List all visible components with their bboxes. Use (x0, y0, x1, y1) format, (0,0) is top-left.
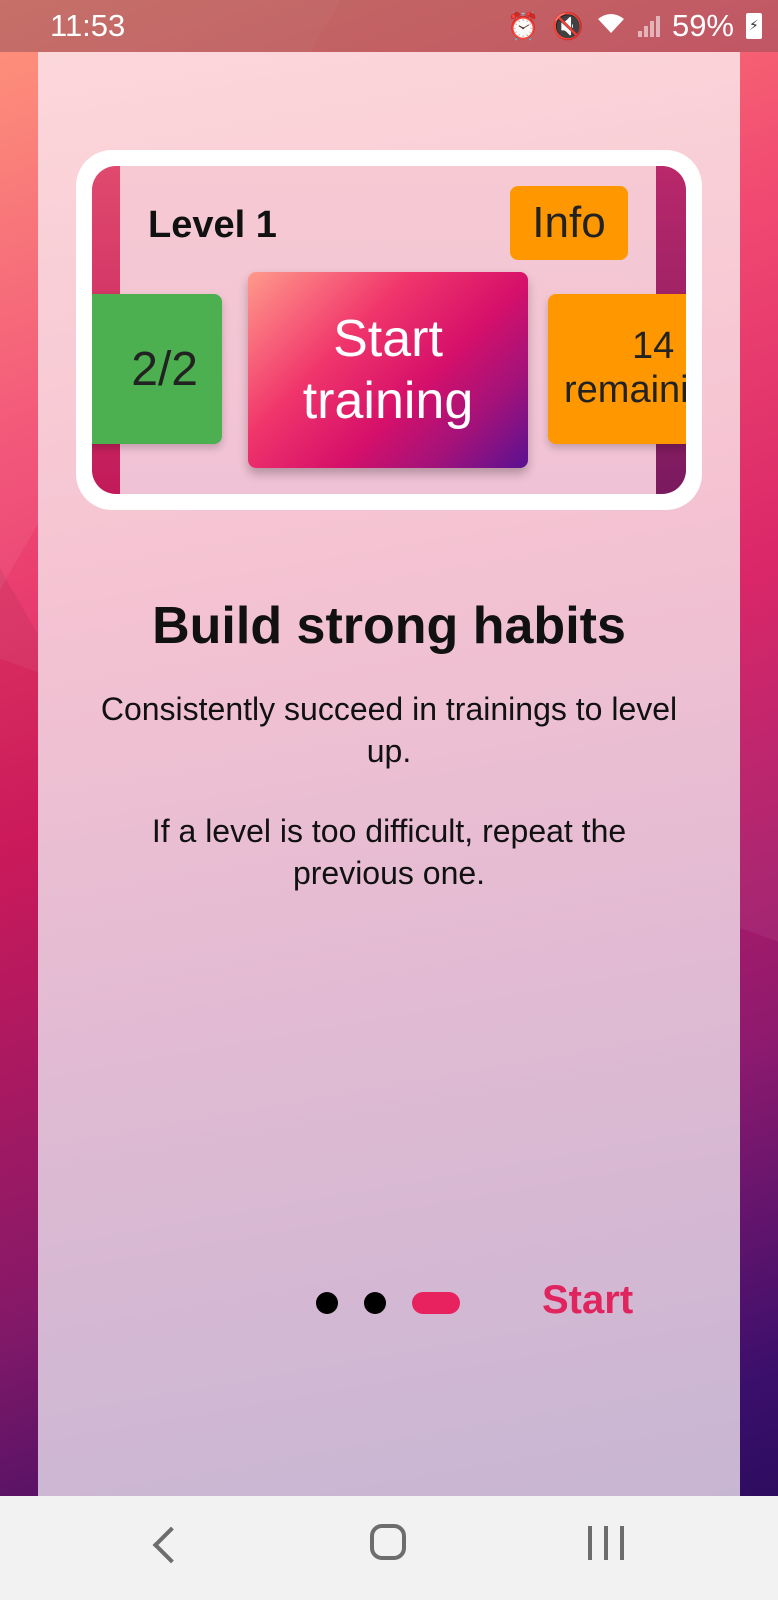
alarm-icon: ⏰ (507, 10, 540, 41)
navigation-bar (0, 1496, 778, 1600)
page-title: Build strong habits (152, 597, 626, 655)
page-indicator-dot-1[interactable] (316, 1292, 338, 1314)
status-icons: ⏰ 🔇 59% (507, 8, 762, 44)
start-training-button: Start training (248, 272, 528, 468)
level-title: Level 1 (148, 204, 277, 246)
remaining-line2: remaining (564, 369, 686, 411)
start-button[interactable]: Start (542, 1278, 633, 1323)
recent-apps-icon[interactable] (588, 1526, 624, 1562)
start-training-label: Start training (302, 310, 474, 430)
remaining-tile: 14 h remaining (548, 294, 686, 444)
progress-text: 2/2 (131, 342, 198, 396)
status-bar: 11:53 ⏰ 🔇 59% (0, 0, 778, 52)
mute-icon: 🔇 (551, 10, 584, 41)
status-time: 11:53 (50, 8, 126, 43)
remaining-line1: 14 h (632, 325, 686, 367)
back-icon[interactable] (152, 1526, 190, 1564)
page-indicator-dot-2[interactable] (364, 1292, 386, 1314)
home-icon[interactable] (370, 1524, 406, 1560)
battery-percent: 59% (671, 8, 734, 43)
description-paragraph-1: Consistently succeed in trainings to lev… (100, 691, 678, 769)
onboarding-panel: Level 1 Info 2/2 Start training 14 h rem… (38, 52, 740, 1496)
description-paragraph-2: If a level is too difficult, repeat the … (151, 813, 627, 891)
preview-screen: Level 1 Info 2/2 Start training 14 h rem… (92, 166, 686, 494)
battery-icon (746, 13, 762, 39)
preview-card: Level 1 Info 2/2 Start training 14 h rem… (76, 150, 702, 510)
signal-icon (637, 15, 660, 37)
page-indicator-dot-3-active[interactable] (412, 1292, 460, 1314)
progress-tile: 2/2 (92, 294, 222, 444)
wifi-icon (596, 11, 626, 42)
info-button: Info (510, 186, 628, 260)
